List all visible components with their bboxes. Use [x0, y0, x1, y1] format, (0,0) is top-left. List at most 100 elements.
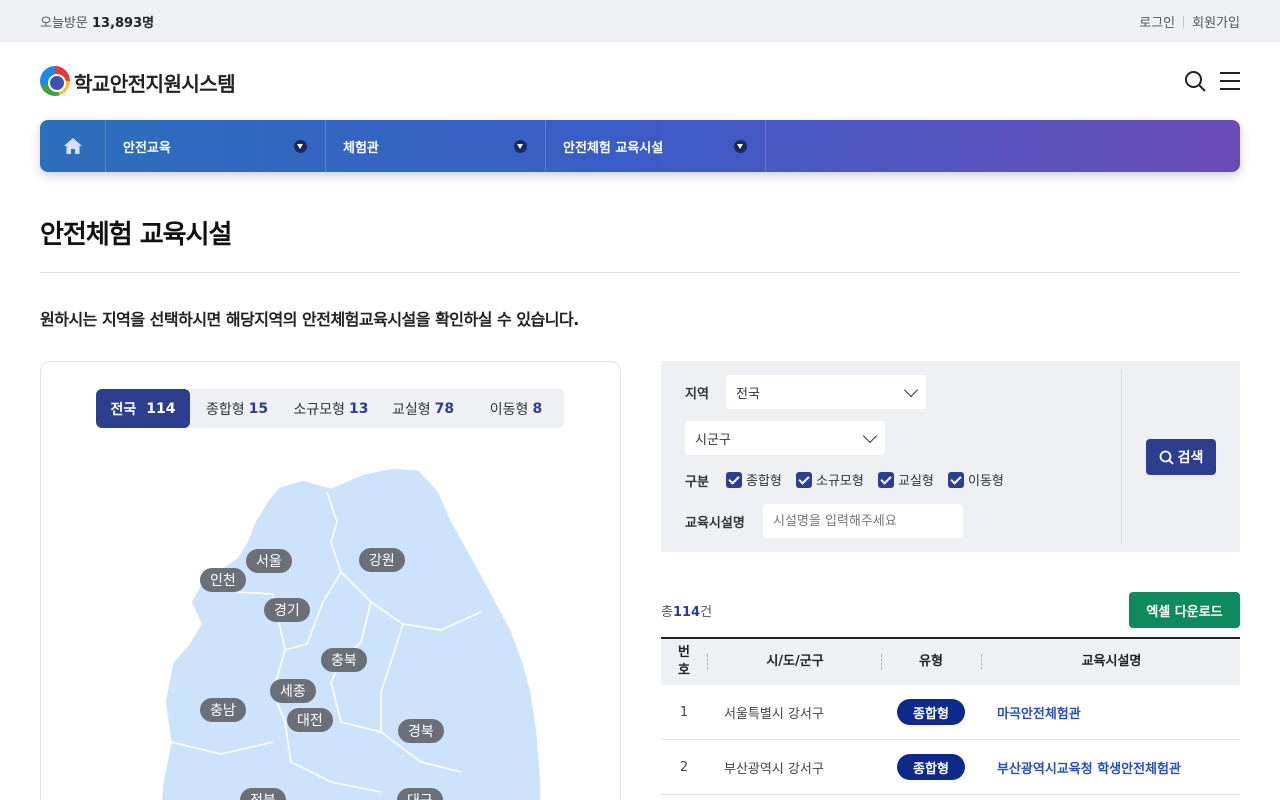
site-logo-icon[interactable]	[40, 66, 70, 96]
nav-item-safety-education[interactable]: 안전교육	[106, 120, 326, 172]
region-gangwon[interactable]: 강원	[359, 548, 405, 572]
cell-number: 1	[679, 704, 689, 720]
search-button[interactable]: 검색	[1146, 439, 1216, 475]
tab-all[interactable]: 전국 114	[96, 389, 190, 428]
facility-link[interactable]: 마곡안전체험관	[997, 685, 1081, 739]
visit-count: 13,893명	[91, 16, 155, 31]
divider	[1183, 15, 1185, 28]
tab-label: 종합형	[205, 401, 245, 418]
nav-item-safety-facility[interactable]: 안전체험 교육시설	[546, 120, 766, 172]
main-navigation: 안전교육 체험관 안전체험 교육시설	[40, 120, 1240, 172]
region-chungnam[interactable]: 충남	[200, 698, 246, 722]
search-icon[interactable]	[1184, 70, 1206, 92]
dropdown-arrow-icon	[514, 139, 527, 153]
header-divider	[981, 654, 982, 670]
header-type: 유형	[919, 654, 943, 669]
visit-label: 오늘방문	[40, 16, 88, 31]
facility-name-label: 교육시설명	[685, 516, 745, 531]
total-prefix: 총	[661, 605, 673, 620]
chevron-down-icon	[862, 428, 878, 444]
tab-count: 13	[349, 400, 369, 417]
cell-region: 부산광역시 강서구	[724, 761, 824, 777]
header-facility-name: 교육시설명	[1081, 654, 1142, 669]
type-badge: 종합형	[897, 699, 965, 725]
tab-classroom[interactable]: 교실형 78	[378, 389, 468, 428]
type-checkbox-small-scale[interactable]: 소규모형	[796, 470, 864, 489]
tab-label: 전국	[110, 401, 137, 418]
checkbox-checked-icon	[878, 471, 894, 488]
tab-small-scale[interactable]: 소규모형 13	[284, 389, 378, 428]
top-utility-bar: 오늘방문 13,893명 로그인 회원가입	[0, 0, 1280, 42]
facility-type-tabs: 전국 114 종합형 15 소규모형 13 교실형 78 이동형 8	[96, 389, 564, 428]
tab-mobile[interactable]: 이동형 8	[468, 389, 564, 428]
tab-label: 소규모형	[293, 401, 346, 418]
title-divider	[40, 272, 1240, 273]
type-checkbox-classroom[interactable]: 교실형	[878, 470, 934, 489]
district-select[interactable]: 시군구	[685, 421, 885, 455]
search-icon	[1159, 450, 1174, 465]
type-label: 구분	[685, 475, 709, 490]
type-badge: 종합형	[897, 754, 965, 780]
region-incheon[interactable]: 인천	[200, 568, 246, 592]
excel-download-button[interactable]: 엑셀 다운로드	[1129, 592, 1240, 628]
search-divider	[1121, 369, 1122, 544]
map-panel: 전국 114 종합형 15 소규모형 13 교실형 78 이동형 8 서울 인천 경기 강…	[40, 361, 621, 800]
login-link[interactable]: 로그인	[1139, 12, 1175, 31]
region-seoul[interactable]: 서울	[246, 549, 292, 573]
header-divider	[881, 654, 882, 670]
table-header: 번호 시/도/군구 유형 교육시설명	[661, 637, 1240, 685]
region-daejeon[interactable]: 대전	[287, 708, 333, 732]
hamburger-menu-icon[interactable]	[1220, 72, 1240, 90]
tab-count: 114	[146, 400, 176, 417]
facility-name-input[interactable]	[763, 504, 963, 538]
region-label: 지역	[685, 387, 709, 402]
checkbox-label: 교실형	[898, 474, 934, 489]
page-title: 안전체험 교육시설	[40, 220, 232, 250]
table-row[interactable]: 2 부산광역시 강서구 종합형 부산광역시교육청 학생안전체험관	[661, 740, 1240, 795]
site-title[interactable]: 학교안전지원시스템	[74, 68, 236, 97]
region-gyeonggi[interactable]: 경기	[264, 598, 310, 622]
home-icon	[63, 138, 82, 154]
page-description: 원하시는 지역을 선택하시면 해당지역의 안전체험교육시설을 확인하실 수 있습…	[40, 310, 579, 329]
signup-link[interactable]: 회원가입	[1192, 12, 1240, 31]
cell-type: 종합형	[897, 740, 965, 794]
region-chungbuk[interactable]: 충북	[321, 648, 367, 672]
type-checkbox-mobile[interactable]: 이동형	[948, 470, 1004, 489]
checkbox-label: 소규모형	[816, 474, 864, 489]
nav-item-label: 안전교육	[123, 140, 171, 156]
region-gyeongbuk[interactable]: 경북	[398, 719, 444, 743]
type-checkbox-comprehensive[interactable]: 종합형	[726, 470, 782, 489]
home-button[interactable]	[40, 120, 106, 172]
nav-item-label: 체험관	[343, 140, 379, 156]
dropdown-arrow-icon	[294, 139, 307, 153]
header-divider	[707, 654, 708, 670]
district-select-value: 시군구	[695, 432, 731, 448]
region-sejong[interactable]: 세종	[270, 679, 316, 703]
cell-type: 종합형	[897, 685, 965, 739]
checkbox-checked-icon	[948, 471, 964, 488]
dropdown-arrow-icon	[734, 139, 747, 153]
nav-item-label: 안전체험 교육시설	[563, 140, 664, 156]
facility-link[interactable]: 부산광역시교육청 학생안전체험관	[997, 740, 1181, 794]
table-row[interactable]: 1 서울특별시 강서구 종합형 마곡안전체험관	[661, 685, 1240, 740]
region-select[interactable]: 전국	[726, 375, 926, 409]
top-links: 로그인 회원가입	[1139, 12, 1240, 31]
tab-count: 15	[248, 400, 269, 417]
total-count: 총114건	[661, 601, 712, 620]
tab-comprehensive[interactable]: 종합형 15	[190, 389, 284, 428]
total-number: 114	[672, 605, 701, 620]
tab-count: 8	[532, 400, 543, 417]
tab-count: 78	[434, 400, 455, 417]
korea-mainland-shape	[160, 467, 542, 800]
total-suffix: 건	[700, 605, 713, 620]
region-jeonbuk[interactable]: 전북	[240, 788, 286, 800]
region-select-value: 전국	[736, 386, 760, 402]
checkbox-label: 종합형	[746, 474, 782, 489]
chevron-down-icon	[903, 382, 919, 398]
cell-region: 서울특별시 강서구	[724, 706, 824, 722]
nav-item-experience-hall[interactable]: 체험관	[326, 120, 546, 172]
checkbox-label: 이동형	[968, 474, 1004, 489]
region-daegu[interactable]: 대구	[397, 788, 443, 800]
cell-number: 2	[679, 759, 689, 775]
search-button-label: 검색	[1177, 450, 1204, 466]
